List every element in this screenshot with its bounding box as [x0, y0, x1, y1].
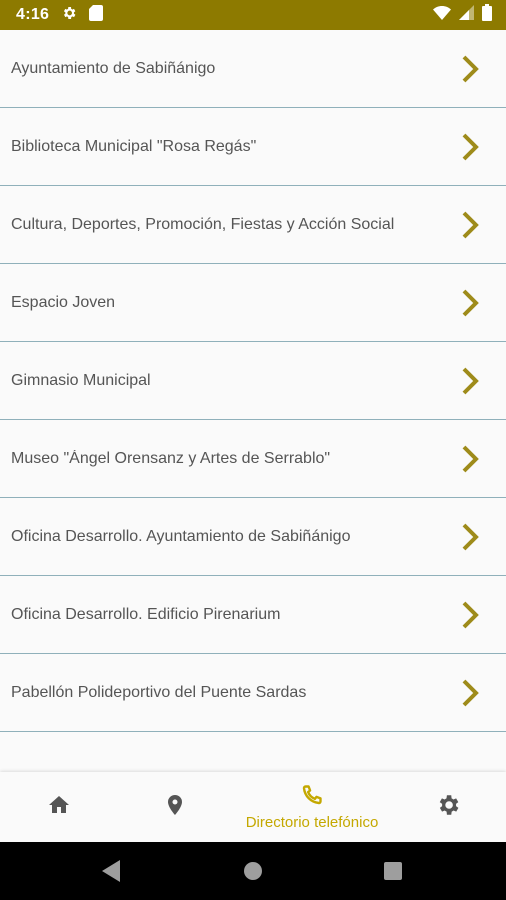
list-item[interactable]: Gimnasio Municipal — [0, 342, 506, 420]
settings-icon — [61, 5, 77, 26]
wifi-icon — [433, 5, 451, 25]
chevron-right-icon — [458, 365, 482, 397]
chevron-right-icon — [458, 53, 482, 85]
list-item[interactable]: Pabellón Polideportivo del Puente Sardas — [0, 654, 506, 732]
list-item-label: Ayuntamiento de Sabiñánigo — [11, 59, 216, 77]
list-item-label: Oficina Desarrollo. Edificio Pirenarium — [11, 605, 281, 623]
list-item[interactable]: Museo "Ángel Orensanz y Artes de Serrabl… — [0, 420, 506, 498]
battery-icon — [482, 4, 492, 26]
list-item[interactable]: Oficina Desarrollo. Ayuntamiento de Sabi… — [0, 498, 506, 576]
list-item-label: Cultura, Deportes, Promoción, Fiestas y … — [11, 215, 395, 233]
nav-home[interactable] — [34, 772, 84, 842]
directory-list[interactable]: Ayuntamiento de Sabiñánigo Biblioteca Mu… — [0, 30, 506, 772]
list-item[interactable]: Espacio Joven — [0, 264, 506, 342]
bottom-navigation: Directorio telefónico — [0, 772, 506, 842]
back-button[interactable] — [100, 859, 124, 883]
chevron-right-icon — [458, 521, 482, 553]
system-navigation-bar — [0, 842, 506, 900]
settings-icon — [435, 792, 461, 823]
chevron-right-icon — [458, 209, 482, 241]
sd-card-icon — [89, 4, 104, 26]
home-button[interactable] — [241, 859, 265, 883]
list-item[interactable]: Ayuntamiento de Sabiñánigo — [0, 30, 506, 108]
list-item-label: Oficina Desarrollo. Ayuntamiento de Sabi… — [11, 527, 351, 545]
nav-settings[interactable] — [423, 772, 473, 842]
chevron-right-icon — [458, 443, 482, 475]
list-item-label: Biblioteca Municipal "Rosa Regás" — [11, 137, 257, 155]
list-item[interactable]: Biblioteca Municipal "Rosa Regás" — [0, 108, 506, 186]
phone-icon — [300, 783, 324, 812]
location-pin-icon — [163, 792, 187, 823]
nav-phone-directory[interactable]: Directorio telefónico — [222, 772, 402, 842]
list-item-label: Pabellón Polideportivo del Puente Sardas — [11, 683, 307, 701]
nav-map[interactable] — [150, 772, 200, 842]
chevron-right-icon — [458, 677, 482, 709]
chevron-right-icon — [458, 287, 482, 319]
list-item-label: Gimnasio Municipal — [11, 371, 151, 389]
list-item[interactable]: Cultura, Deportes, Promoción, Fiestas y … — [0, 186, 506, 264]
chevron-right-icon — [458, 599, 482, 631]
list-item[interactable]: Oficina Desarrollo. Edificio Pirenarium — [0, 576, 506, 654]
list-item-label: Espacio Joven — [11, 293, 116, 311]
signal-icon — [459, 5, 474, 25]
status-bar: 4:16 — [0, 0, 506, 30]
chevron-right-icon — [458, 131, 482, 163]
nav-phone-directory-label: Directorio telefónico — [245, 814, 379, 831]
home-icon — [47, 793, 71, 822]
recents-button[interactable] — [381, 859, 405, 883]
list-item-label: Museo "Ángel Orensanz y Artes de Serrabl… — [11, 449, 331, 467]
status-time: 4:16 — [16, 6, 50, 23]
list-item-partial[interactable] — [0, 732, 506, 772]
